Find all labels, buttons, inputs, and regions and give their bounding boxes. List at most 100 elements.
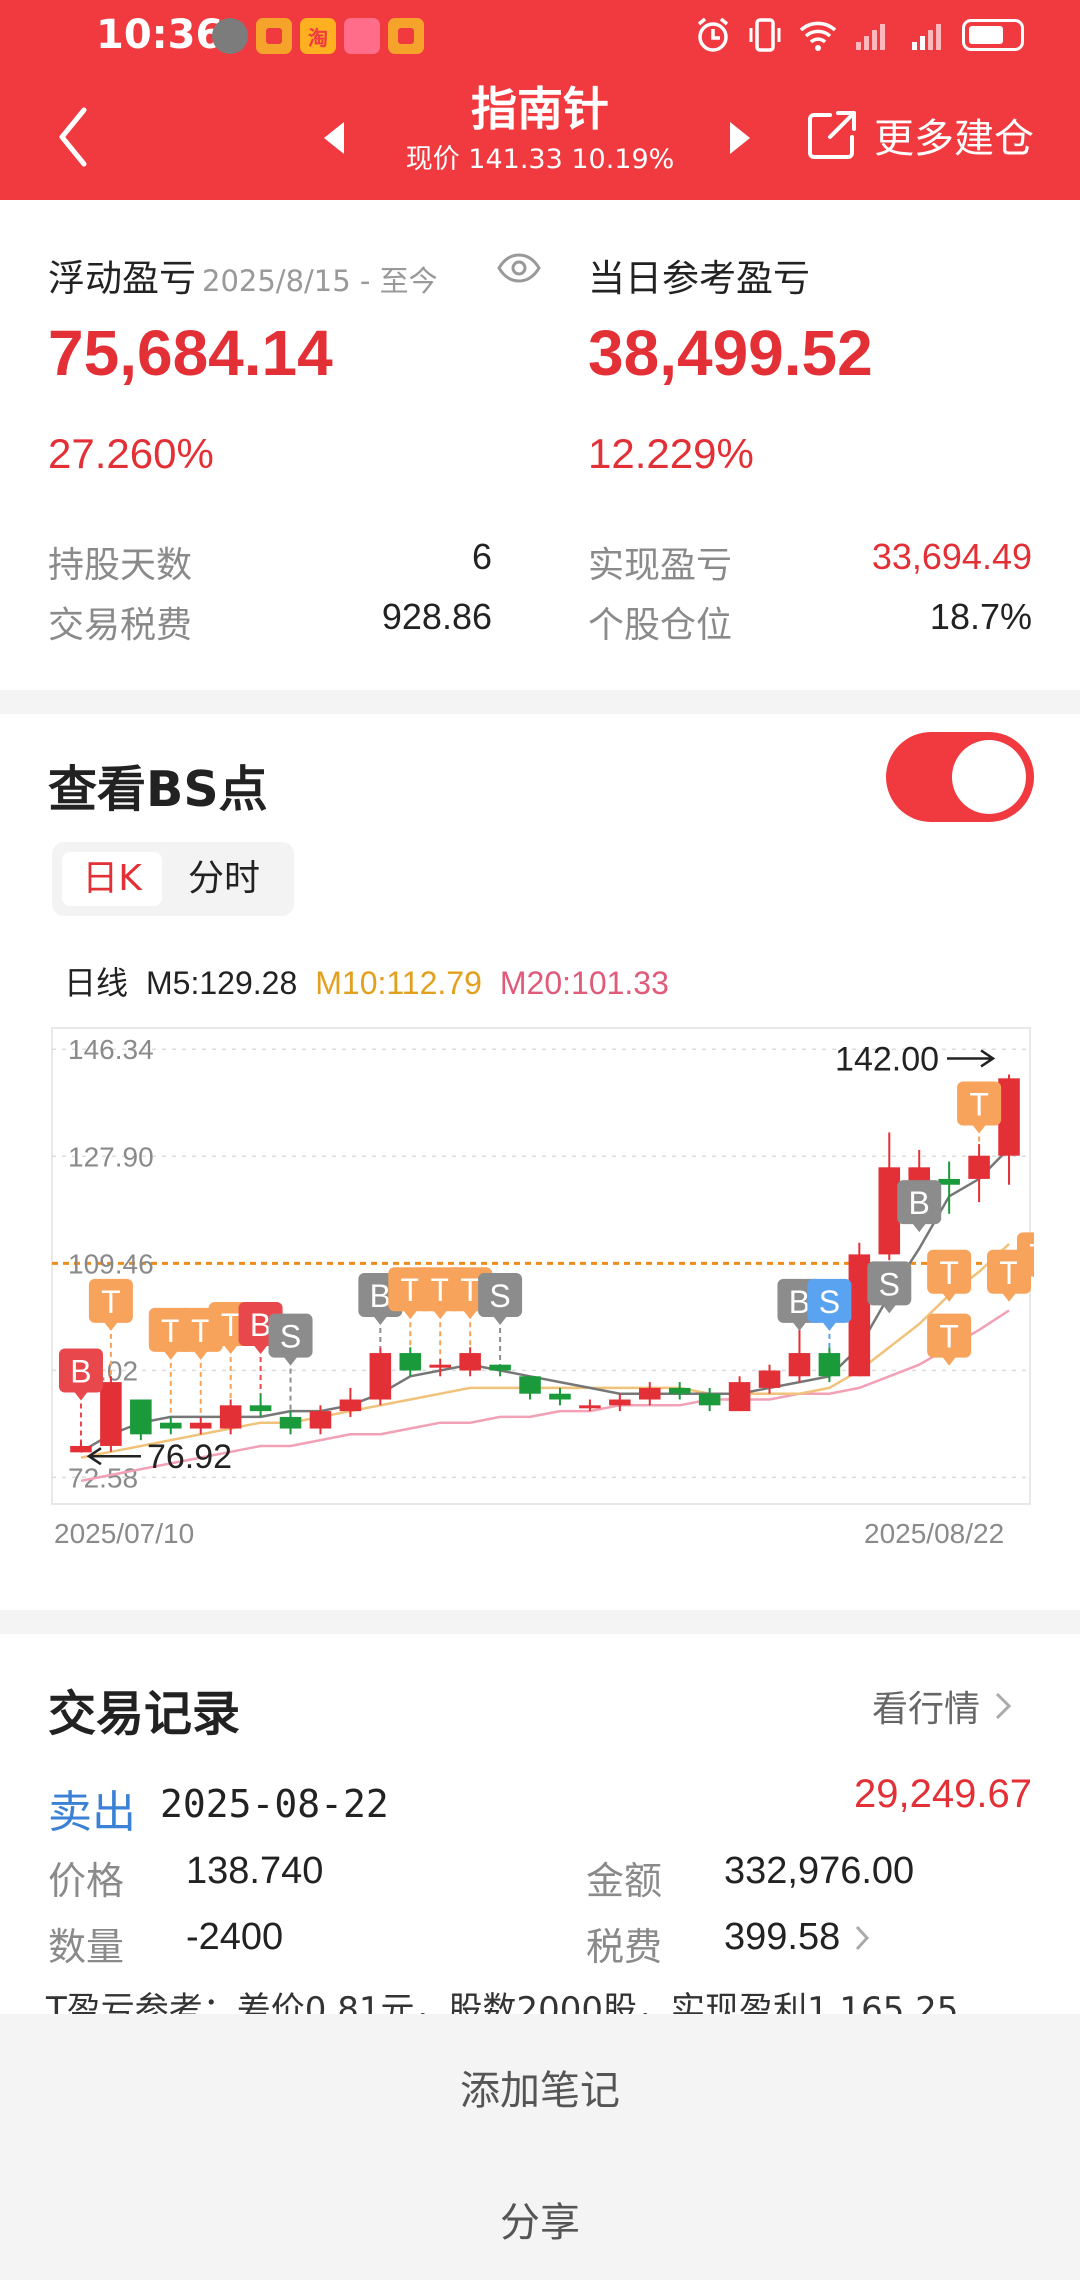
more-positions-label: 更多建仓 [874,116,1034,162]
status-indicators [694,16,1024,54]
wifi-icon [799,21,837,51]
tab-daily-k[interactable]: 日K [62,852,162,906]
trade-type: 卖出 [48,1787,136,1838]
qty-value: -2400 [186,1916,284,1958]
huawei-app-icon [344,18,380,54]
signal-label: T [969,1086,989,1122]
toggle-knob [952,740,1026,814]
chart-mode-tabs: 日K 分时 [52,842,294,916]
chart-end-date: 2025/08/22 [864,1518,1005,1549]
signal-label: T [460,1272,480,1308]
ma-legend: 日线 M5:129.28 M10:112.79 M20:101.33 [64,958,687,1004]
fee-label: 税费 [586,1925,663,1969]
daily-pnl-title: 当日参考盈亏 [588,257,810,300]
candle-body [549,1393,571,1400]
share-button[interactable]: 分享 [0,2190,1080,2248]
candle-body [579,1405,601,1409]
pnl-card: 浮动盈亏 2025/8/15 - 至今 75,684.14 27.260% 持股天… [0,200,1080,690]
candle-body [339,1399,362,1412]
candle-body [399,1353,422,1371]
tab-intraday[interactable]: 分时 [174,852,274,906]
candle-body [639,1387,661,1400]
signal-label: T [999,1255,1019,1291]
signal-label: T [161,1313,181,1349]
view-quote-link[interactable]: 看行情 [872,1680,1012,1732]
min-price-label: 76.92 [147,1438,232,1476]
candle-body [878,1167,901,1255]
current-price: 现价 141.33 10.19% [405,144,675,175]
candlestick-chart[interactable]: 146.34127.90109.4691.0272.58BTT T T B SB T T T S… [50,1004,1034,1514]
candle-body [998,1078,1020,1156]
candle-body [70,1445,92,1453]
header-bar: 10:36 淘 指南针 现价 141.33 10.19% 更多建仓 [0,0,1080,200]
chevron-right-icon [995,1692,1012,1720]
signal-label: T [1029,1237,1034,1273]
candle-body [968,1155,990,1179]
realized-label: 实现盈亏 [588,545,733,586]
date-range: 2025/8/15 - 至今 [202,264,438,298]
fees-value: 928.86 [381,596,492,637]
y-tick-label: 127.90 [68,1141,154,1172]
chevron-right-icon [856,1925,870,1950]
bs-section-title: 查看BS点 [48,761,268,818]
candle-body [130,1399,152,1435]
signal-label: S [819,1284,840,1320]
title-block: 指南针 现价 141.33 10.19% [340,78,740,180]
position-value: 18.7% [929,596,1032,637]
daily-pnl-value: 38,499.52 [588,317,873,389]
ma20-value: M20:101.33 [499,965,669,1001]
price-label: 价格 [48,1859,125,1903]
candle-body [459,1353,481,1371]
more-positions-button[interactable]: 更多建仓 [804,106,1034,164]
signal-5g-icon [912,24,941,50]
signal-label: B [909,1185,930,1221]
bs-points-toggle[interactable] [886,732,1034,822]
candle-body [160,1422,182,1429]
candle-body [219,1405,242,1429]
signal-label: T [430,1272,450,1308]
bs-points-card: 查看BS点 日K 分时 日线 M5:129.28 M10:112.79 M20:101… [0,714,1080,1610]
signal-label: T [221,1307,241,1343]
page-title: 指南针 [471,82,609,136]
candle-body [668,1387,691,1394]
candle-body [788,1353,811,1377]
eye-icon[interactable] [496,252,542,284]
status-bar: 10:36 淘 [0,0,1080,72]
next-stock-icon[interactable] [722,118,756,158]
ma-legend-label: 日线 [64,965,129,1001]
candle-body [249,1405,272,1412]
max-price-label: 142.00 [835,1040,939,1078]
trade-record-card: 交易记录 看行情 卖出 2025-08-22 29,249.67 价格 138.… [0,1634,1080,2030]
signal-label: S [280,1319,301,1355]
fee-row[interactable]: 399.58 [724,1916,870,1959]
signal-badge-pointer [1031,1275,1034,1279]
amount-value: 332,976.00 [724,1850,915,1892]
candle-body [609,1399,631,1406]
floating-pnl-value: 75,684.14 [48,317,333,389]
fees-label: 交易税费 [48,605,193,646]
redpacket-app-icon [256,18,292,54]
signal-label: B [70,1353,91,1389]
vibrate-icon [749,18,781,52]
candle-body [519,1376,541,1394]
floating-pnl-label: 浮动盈亏 [48,257,196,300]
candle-body [189,1422,212,1429]
floating-pnl-percent: 27.260% [48,430,214,477]
avatar-app-icon [212,18,248,54]
candle-body [489,1364,511,1371]
status-app-icons: 淘 [212,18,424,54]
realized-value: 33,694.49 [871,536,1032,577]
alarm-icon [697,17,729,52]
fee-value: 399.58 [724,1916,841,1958]
chart-start-date: 2025/07/10 [54,1518,195,1549]
signal-label: B [370,1278,391,1314]
signal-label: T [939,1255,959,1291]
taobao-app-icon: 淘 [300,18,336,54]
redpacket-app-icon-2 [388,18,424,54]
add-note-button[interactable]: 添加笔记 [0,2058,1080,2116]
back-icon[interactable] [54,102,94,172]
candle-body [848,1254,871,1377]
y-tick-label: 109.46 [68,1248,154,1279]
signal-label: T [939,1319,959,1355]
signal-label: T [401,1272,421,1308]
